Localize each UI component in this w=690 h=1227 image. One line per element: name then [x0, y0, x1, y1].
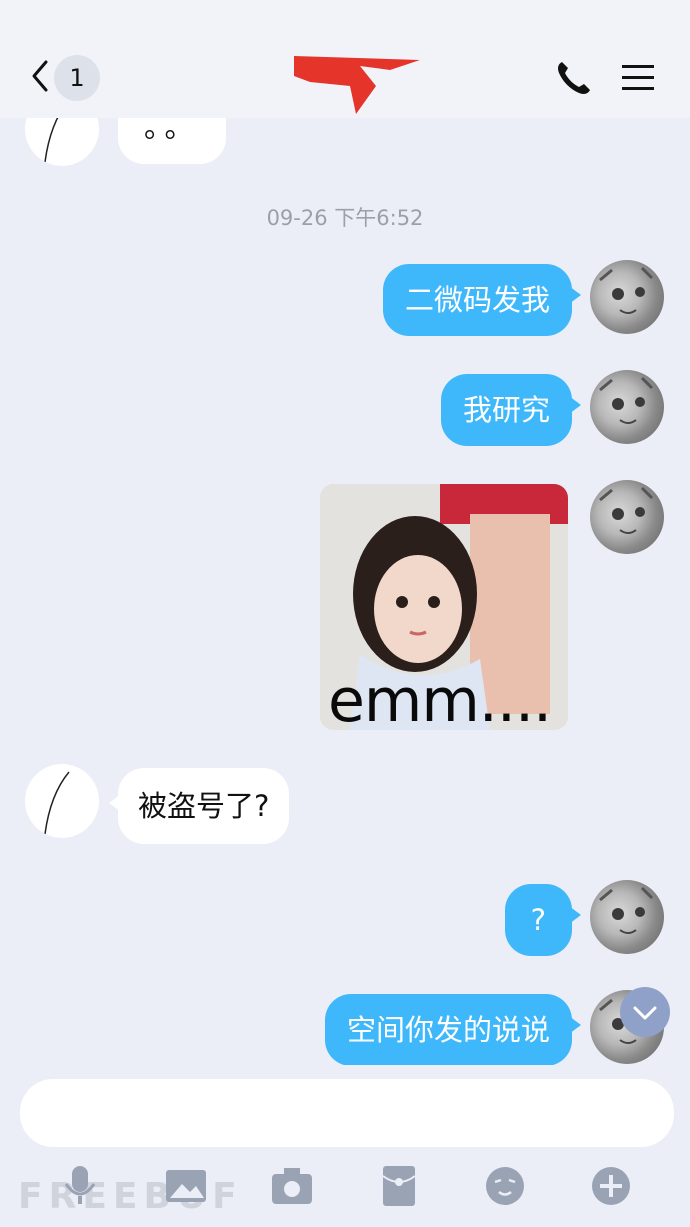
scroll-to-bottom-button[interactable]: [620, 987, 670, 1037]
message-timestamp: 09-26 下午6:52: [266, 206, 424, 230]
plus-icon[interactable]: [589, 1164, 633, 1208]
message-input[interactable]: [20, 1079, 674, 1147]
self-avatar[interactable]: [590, 480, 664, 554]
chevron-down-icon: [633, 1006, 657, 1020]
sent-image-message[interactable]: emm....: [320, 484, 568, 730]
image-caption-text: emm....: [328, 666, 552, 730]
self-avatar[interactable]: [590, 370, 664, 444]
sent-message-bubble[interactable]: ?: [504, 884, 582, 956]
redaction-mark: [294, 56, 420, 114]
red-packet-icon[interactable]: [377, 1164, 421, 1208]
sent-message-bubble[interactable]: 二微码发我: [382, 264, 582, 336]
received-message-bubble[interactable]: 被盗号了?: [108, 768, 290, 844]
self-avatar[interactable]: [590, 880, 664, 954]
chat-area: 。。 09-26 下午6:52 二微码发我 我研究 emm.... 被盗号了?: [0, 0, 690, 1227]
photo-icon[interactable]: [164, 1164, 208, 1208]
watermark-text: FREEBUF: [18, 1176, 243, 1217]
self-avatar[interactable]: [590, 260, 664, 334]
emoji-icon[interactable]: [483, 1164, 527, 1208]
chat-header: 1: [0, 0, 690, 118]
back-button[interactable]: 1: [24, 52, 104, 102]
chevron-left-icon: [32, 60, 48, 92]
menu-icon[interactable]: [620, 60, 656, 96]
sent-message-bubble[interactable]: 我研究: [440, 374, 582, 446]
peer-avatar[interactable]: [25, 764, 99, 838]
sent-message-bubble[interactable]: 空间你发的说说: [324, 994, 582, 1066]
camera-icon[interactable]: [270, 1164, 314, 1208]
phone-icon[interactable]: [554, 58, 594, 98]
microphone-icon[interactable]: [58, 1164, 102, 1208]
unread-count-badge: 1: [54, 55, 100, 101]
